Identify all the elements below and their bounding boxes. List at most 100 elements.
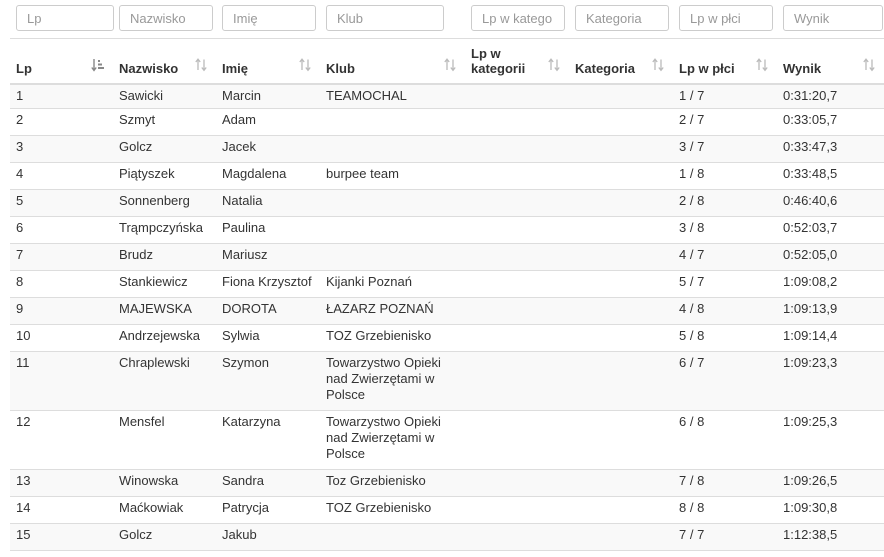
cell-lp: 1 (16, 88, 24, 103)
column-header-label: Wynik (783, 61, 822, 76)
sort-both-icon[interactable] (194, 58, 208, 72)
cell-lpplci: 3 / 7 (679, 139, 705, 154)
cell-wynik: 0:33:47,3 (783, 139, 838, 154)
column-header-label: Nazwisko (119, 61, 179, 76)
filter-input-imie[interactable] (222, 5, 316, 31)
sort-both-icon[interactable] (862, 58, 876, 72)
cell-nazwisko: Sonnenberg (119, 193, 190, 208)
table-row: 6 Trąmpczyńska Paulina 3 / 8 0:52:03,7 (10, 217, 884, 244)
column-header-lp[interactable]: Lp (10, 39, 113, 84)
cell-lp: 4 (16, 166, 24, 181)
cell-nazwisko: Mensfel (119, 414, 165, 429)
cell-lp: 7 (16, 247, 24, 262)
column-header-nazwisko[interactable]: Nazwisko (113, 39, 216, 84)
column-header-label: Lp w kategorii (471, 46, 526, 76)
cell-klub: TEAMOCHAL (326, 88, 407, 103)
cell-imie: Katarzyna (222, 414, 281, 429)
column-header-kategoria[interactable]: Kategoria (569, 39, 673, 84)
cell-wynik: 1:09:30,8 (783, 500, 838, 515)
cell-nazwisko: Winowska (119, 473, 179, 488)
cell-imie: Jakub (222, 527, 257, 542)
column-header-imie[interactable]: Imię (216, 39, 320, 84)
table-row: 12 Mensfel Katarzyna Towarzystwo Opieki nad… (10, 411, 884, 470)
column-header-label: Lp (16, 61, 32, 76)
cell-nazwisko: Piątyszek (119, 166, 175, 181)
cell-klub: TOZ Grzebienisko (326, 328, 432, 343)
cell-wynik: 0:33:05,7 (783, 112, 838, 127)
cell-imie: Marcin (222, 88, 262, 103)
cell-nazwisko: Golcz (119, 527, 153, 542)
column-header-label: Kategoria (575, 61, 635, 76)
cell-nazwisko: Trąmpczyńska (119, 220, 204, 235)
column-header-lpkat[interactable]: Lp w kategorii (465, 39, 569, 84)
filter-input-kategoria[interactable] (575, 5, 669, 31)
filter-input-klub[interactable] (326, 5, 444, 31)
cell-imie: Paulina (222, 220, 266, 235)
cell-wynik: 0:33:48,5 (783, 166, 838, 181)
cell-lp: 13 (16, 473, 31, 488)
cell-nazwisko: Stankiewicz (119, 274, 188, 289)
cell-klub: TOZ Grzebienisko (326, 500, 432, 515)
cell-wynik: 0:52:03,7 (783, 220, 838, 235)
cell-imie: Sylwia (222, 328, 260, 343)
cell-klub: burpee team (326, 166, 399, 181)
cell-imie: Mariusz (222, 247, 268, 262)
cell-lp: 10 (16, 328, 31, 343)
cell-imie: Sandra (222, 473, 264, 488)
cell-imie: Patrycja (222, 500, 269, 515)
cell-lpplci: 8 / 8 (679, 500, 705, 515)
table-row: 15 Golcz Jakub 7 / 7 1:12:38,5 (10, 524, 884, 551)
column-header-lpplci[interactable]: Lp w płci (673, 39, 777, 84)
cell-lp: 8 (16, 274, 24, 289)
cell-imie: DOROTA (222, 301, 277, 316)
cell-nazwisko: Andrzejewska (119, 328, 200, 343)
table-row: 4 Piątyszek Magdalena burpee team 1 / 8 0:33:… (10, 163, 884, 190)
cell-lp: 2 (16, 112, 24, 127)
cell-lpplci: 6 / 8 (679, 414, 705, 429)
cell-nazwisko: Chraplewski (119, 355, 190, 370)
cell-lpplci: 7 / 7 (679, 527, 705, 542)
table-row: 8 Stankiewicz Fiona Krzysztof Kijanki Pozna… (10, 271, 884, 298)
table-row: 10 Andrzejewska Sylwia TOZ Grzebienisko 5 / … (10, 325, 884, 352)
column-header-label: Imię (222, 61, 249, 76)
cell-nazwisko: Szmyt (119, 112, 156, 127)
filter-input-lpkat[interactable] (471, 5, 565, 31)
sort-both-icon[interactable] (755, 58, 769, 72)
cell-lp: 15 (16, 527, 31, 542)
cell-klub: ŁAZARZ POZNAŃ (326, 301, 434, 316)
cell-nazwisko: Brudz (119, 247, 153, 262)
cell-wynik: 1:12:38,5 (783, 527, 838, 542)
column-header-wynik[interactable]: Wynik (777, 39, 884, 84)
column-header-label: Klub (326, 61, 355, 76)
sort-both-icon[interactable] (651, 58, 665, 72)
table-row: 11 Chraplewski Szymon Towarzystwo Opieki na… (10, 352, 884, 411)
results-table-page: Lp Nazwisko Imię Klub Lp w kategorii Kategori… (0, 0, 884, 557)
cell-wynik: 0:46:40,6 (783, 193, 838, 208)
cell-wynik: 1:09:13,9 (783, 301, 838, 316)
column-header-klub[interactable]: Klub (320, 39, 465, 84)
cell-klub: Towarzystwo Opieki nad Zwierzętami w Pol… (326, 414, 441, 461)
table-row: 9 MAJEWSKA DOROTA ŁAZARZ POZNAŃ 4 / 8 1:09:13… (10, 298, 884, 325)
cell-lpplci: 1 / 8 (679, 166, 705, 181)
filter-input-wynik[interactable] (783, 5, 883, 31)
table-body: 1 Sawicki Marcin TEAMOCHAL 1 / 7 0:31:20,7 2 Sz… (10, 85, 884, 551)
cell-lp: 3 (16, 139, 24, 154)
table-row: 5 Sonnenberg Natalia 2 / 8 0:46:40,6 (10, 190, 884, 217)
cell-lp: 12 (16, 414, 31, 429)
filter-input-lp[interactable] (16, 5, 114, 31)
sort-both-icon[interactable] (547, 58, 561, 72)
cell-nazwisko: Golcz (119, 139, 153, 154)
sort-both-icon[interactable] (443, 58, 457, 72)
cell-nazwisko: Maćkowiak (119, 500, 184, 515)
cell-lp: 14 (16, 500, 31, 515)
cell-wynik: 1:09:26,5 (783, 473, 838, 488)
sort-numeric-asc-icon[interactable] (91, 58, 105, 72)
filter-input-nazwisko[interactable] (119, 5, 213, 31)
column-header-label: Lp w płci (679, 61, 735, 76)
sort-both-icon[interactable] (298, 58, 312, 72)
cell-imie: Natalia (222, 193, 263, 208)
cell-lpplci: 6 / 7 (679, 355, 705, 370)
cell-klub: Kijanki Poznań (326, 274, 412, 289)
cell-lpplci: 3 / 8 (679, 220, 705, 235)
filter-input-lpplci[interactable] (679, 5, 773, 31)
